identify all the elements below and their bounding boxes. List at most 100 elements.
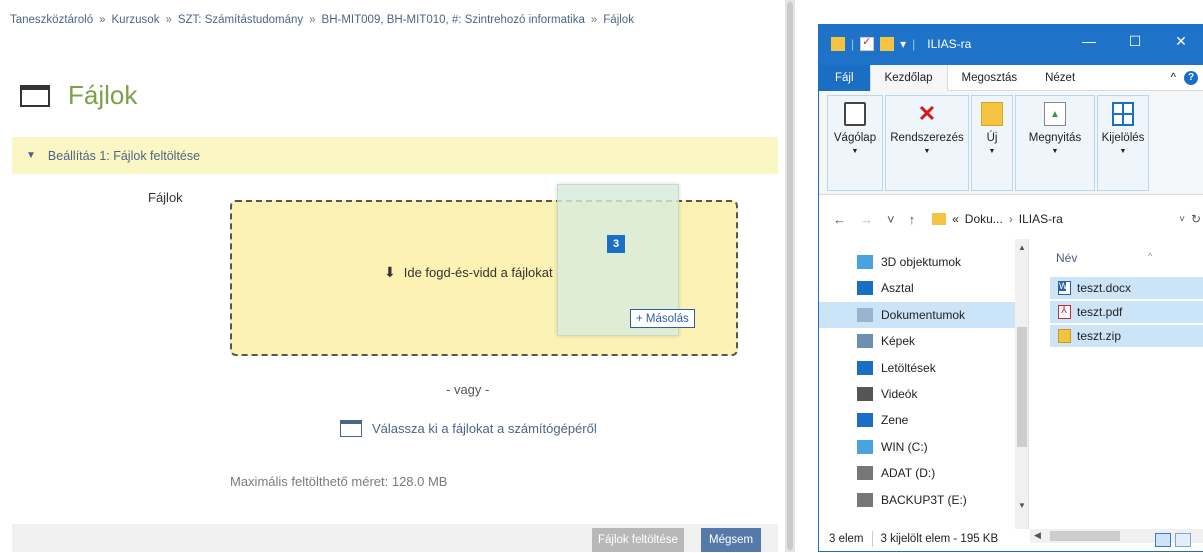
nav-item[interactable]: Képek — [819, 328, 1015, 354]
window-controls: — ☐ ✕ — [1066, 33, 1203, 50]
tab-home[interactable]: Kezdőlap — [869, 64, 948, 91]
details-view-icon[interactable] — [1155, 533, 1171, 547]
address-bar[interactable]: « Doku... › ILIAS-ra ˅ ↻ — [927, 207, 1203, 231]
nav-item[interactable]: Videók — [819, 381, 1015, 407]
status-divider — [871, 531, 873, 547]
breadcrumb-item[interactable]: Kurzusok — [112, 14, 160, 26]
refresh-icon[interactable]: ↻ — [1191, 212, 1201, 226]
scrollbar-thumb[interactable] — [1017, 327, 1027, 447]
properties-icon[interactable] — [860, 35, 875, 51]
ribbon-label: Új — [986, 132, 998, 144]
drive-e-icon — [857, 492, 873, 507]
ribbon-group-select[interactable]: Kijelölés ▼ — [1097, 95, 1149, 191]
ribbon-group-new[interactable]: Új ▼ — [971, 95, 1013, 191]
view-toggle — [1155, 533, 1191, 547]
explorer-titlebar[interactable]: | ▾ | ILIAS-ra — ☐ ✕ — [819, 25, 1203, 65]
nav-item[interactable]: Asztal — [819, 275, 1015, 301]
new-folder-icon[interactable] — [880, 37, 895, 51]
choose-files-link[interactable]: Válassza ki a fájlokat a számítógépéről — [340, 420, 597, 437]
ribbon-collapse-icon[interactable]: ^ — [1171, 72, 1176, 84]
ribbon-group-clipboard[interactable]: Vágólap ▼ — [827, 95, 883, 191]
address-segment[interactable]: ILIAS-ra — [1019, 212, 1063, 226]
close-button[interactable]: ✕ — [1158, 33, 1203, 50]
breadcrumb-item[interactable]: Fájlok — [603, 14, 634, 26]
select-grid-icon — [1112, 102, 1134, 126]
scroll-left-icon[interactable]: ◀ — [1034, 530, 1041, 541]
file-row[interactable]: teszt.docx — [1050, 277, 1203, 299]
forward-arrow-icon[interactable]: → — [860, 212, 873, 227]
nav-item[interactable]: Dokumentumok — [819, 301, 1015, 328]
address-overflow[interactable]: « — [952, 212, 959, 226]
address-separator: › — [1008, 212, 1013, 226]
address-dropdown-icon[interactable]: ˅ — [1179, 214, 1185, 225]
scrollbar-thumb[interactable] — [787, 2, 793, 550]
tab-view[interactable]: Nézet — [1031, 65, 1089, 91]
dropzone-message: ⬇ Ide fogd-és-vidd a fájlokat — [384, 264, 553, 281]
music-icon — [857, 413, 873, 428]
dropzone-text: Ide fogd-és-vidd a fájlokat — [403, 265, 553, 280]
nav-item[interactable]: BACKUP3T (E:) — [819, 487, 1015, 513]
back-arrow-icon[interactable]: ← — [833, 212, 846, 227]
dropdown-caret-icon: ▼ — [1051, 148, 1059, 155]
nav-item[interactable]: Letöltések — [819, 355, 1015, 381]
help-icon[interactable]: ? — [1184, 70, 1198, 85]
file-name: teszt.docx — [1077, 281, 1132, 295]
up-arrow-icon[interactable]: ↑ — [909, 212, 916, 227]
scroll-up-icon[interactable]: ▲ — [1018, 243, 1026, 252]
file-name: teszt.zip — [1077, 329, 1122, 343]
nav-item[interactable]: ADAT (D:) — [819, 460, 1015, 486]
nav-item-label: Videók — [881, 387, 918, 401]
collapse-triangle-icon[interactable]: ▼ — [26, 150, 36, 161]
page-title: Fájlok — [20, 80, 137, 111]
dropdown-caret-icon: ▼ — [851, 148, 859, 155]
desktop-icon — [857, 281, 873, 296]
large-icons-view-icon[interactable] — [1175, 533, 1191, 547]
nav-scrollbar[interactable]: ▲ ▼ — [1015, 239, 1028, 529]
page-scrollbar[interactable] — [785, 0, 795, 552]
folder-icon — [20, 84, 50, 107]
copy-cursor-tooltip: + Másolás — [630, 309, 695, 328]
ribbon-group-open[interactable]: Megnyitás ▼ — [1015, 95, 1095, 191]
cancel-button[interactable]: Mégsem — [701, 528, 762, 552]
drag-count-badge: 3 — [607, 235, 625, 253]
nav-item[interactable]: WIN (C:) — [819, 434, 1015, 460]
drive-d-icon — [857, 466, 873, 481]
pictures-icon — [857, 334, 873, 349]
nav-item-label: Dokumentumok — [881, 307, 966, 322]
zip-file-icon — [1058, 329, 1071, 343]
or-separator: - vagy - — [446, 382, 490, 397]
nav-item[interactable]: 3D objektumok — [819, 249, 1015, 275]
breadcrumb: Taneszköztároló » Kurzusok » SZT: Számítástu… — [10, 14, 634, 26]
nav-item-label: Képek — [881, 334, 916, 349]
documents-icon — [857, 307, 873, 322]
breadcrumb-item[interactable]: BH-MIT009, BH-MIT010, #: Szintrehozó inf… — [322, 14, 585, 26]
upload-files-button[interactable]: Fájlok feltöltése — [592, 528, 684, 552]
3d-objects-icon — [857, 255, 873, 269]
new-folder-icon — [981, 102, 1003, 126]
minimize-button[interactable]: — — [1066, 33, 1112, 50]
recent-dropdown-icon[interactable]: ˅ — [887, 212, 895, 227]
maximize-button[interactable]: ☐ — [1112, 33, 1158, 50]
ribbon-tabs: Fájl Kezdőlap Megosztás Nézet ^ ? — [819, 64, 1203, 91]
nav-item[interactable]: Zene — [819, 407, 1015, 433]
pdf-file-icon — [1058, 305, 1071, 319]
ribbon-group-organize[interactable]: ✕ Rendszerezés ▼ — [885, 95, 969, 191]
breadcrumb-item[interactable]: SZT: Számítástudomány — [178, 14, 303, 26]
address-segment[interactable]: Doku... — [965, 212, 1003, 226]
window-title: ILIAS-ra — [927, 37, 972, 51]
tab-share[interactable]: Megosztás — [948, 65, 1032, 91]
dropdown-caret-icon: ▼ — [923, 148, 931, 155]
file-row[interactable]: teszt.pdf — [1050, 301, 1203, 323]
file-row[interactable]: teszt.zip — [1050, 325, 1203, 347]
quick-access-toolbar: | ▾ | ILIAS-ra — [831, 35, 972, 51]
scroll-down-icon[interactable]: ▼ — [1018, 501, 1026, 510]
drive-c-icon — [857, 439, 873, 454]
scrollbar-thumb[interactable] — [1050, 531, 1120, 541]
breadcrumb-item[interactable]: Taneszköztároló — [10, 14, 93, 26]
tab-file[interactable]: Fájl — [819, 64, 870, 91]
section-header[interactable]: ▼ Beállítás 1: Fájlok feltöltése — [12, 137, 778, 174]
column-header-name[interactable]: Név ^ — [1056, 251, 1152, 265]
breadcrumb-separator: » — [99, 14, 106, 26]
breadcrumb-separator: » — [309, 14, 316, 26]
customize-dropdown-icon[interactable]: ▾ — [900, 37, 906, 51]
